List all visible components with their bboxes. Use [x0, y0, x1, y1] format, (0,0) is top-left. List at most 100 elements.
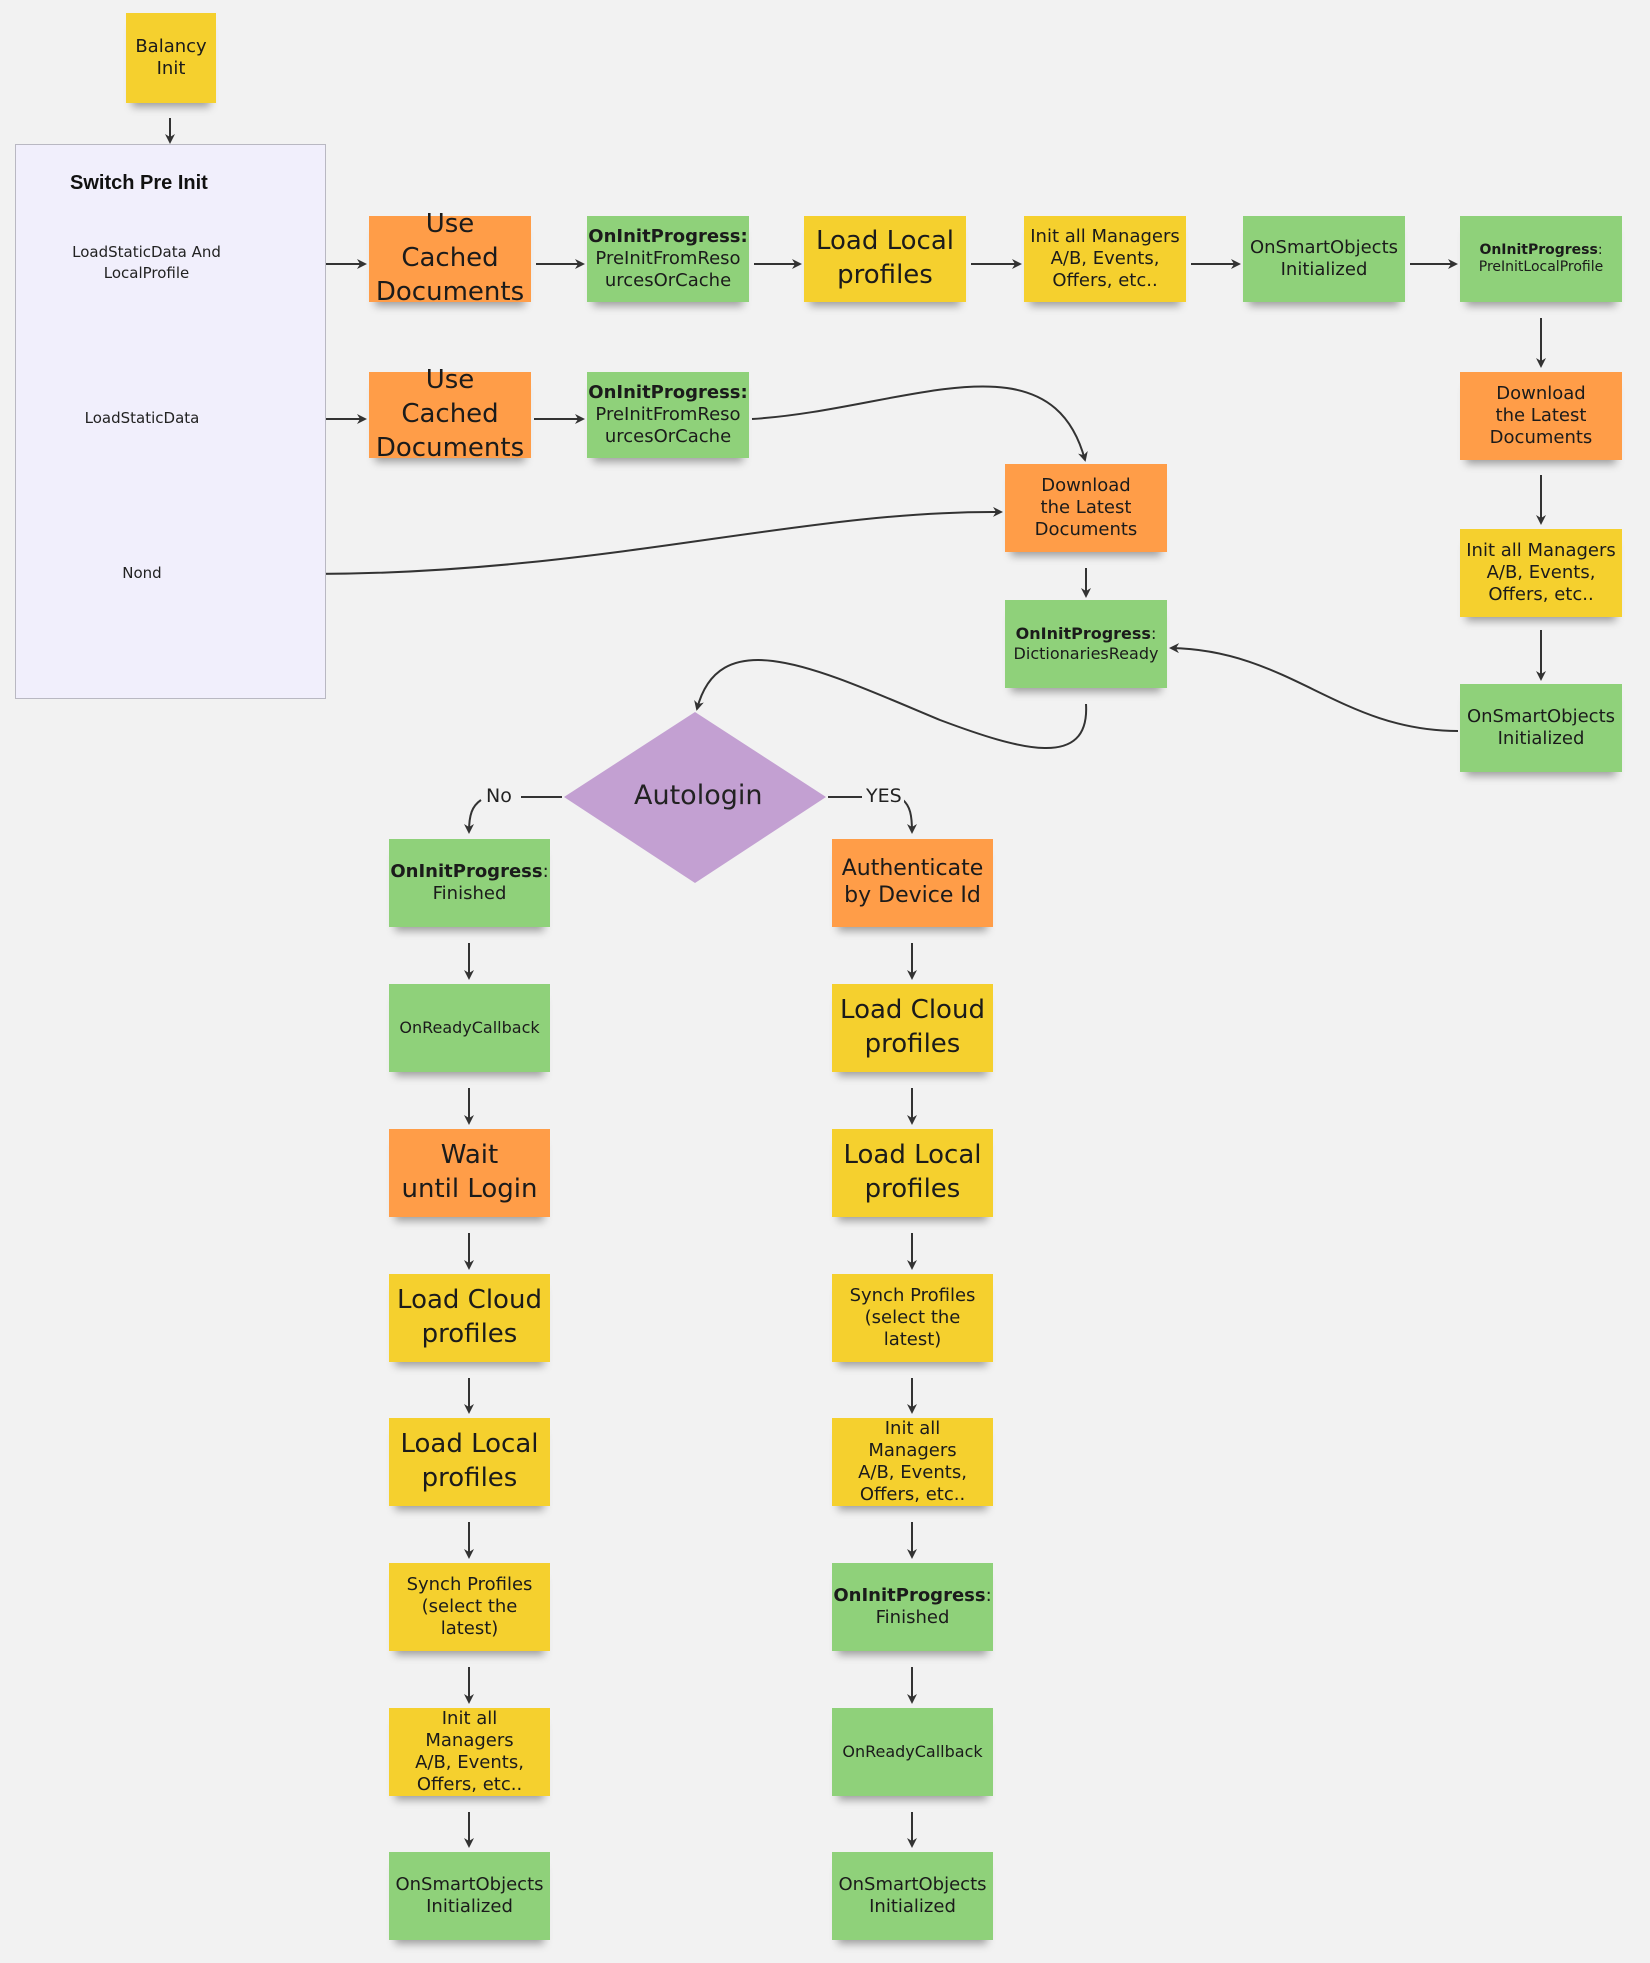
- text-line: Init all Managers: [1466, 540, 1616, 562]
- yes-branch-node-6-text: OnInitProgress: Finished: [833, 1585, 991, 1629]
- text-line: Balancy: [135, 36, 207, 58]
- text-line: profiles: [864, 1174, 961, 1204]
- switch-option-label-1: LoadStaticData And LocalProfile: [37, 242, 256, 284]
- row1-node-5: OnSmartObjects Initialized: [1243, 216, 1405, 302]
- row2-node-1-text: Use Cached Documents: [375, 364, 525, 465]
- text-line: PreInitFromReso: [595, 404, 741, 426]
- text-line: urcesOrCache: [604, 425, 732, 447]
- text-line: Initialized: [426, 1896, 513, 1917]
- text-line: A/B, Events,: [858, 1462, 967, 1483]
- right-column-node-2: Init all Managers A/B, Events, Offers, etc…: [1460, 529, 1622, 617]
- yes-branch-node-5-text: Init all Managers A/B, Events, Offers, etc…: [838, 1418, 987, 1506]
- balancy-init-node-text: Balancy Init: [135, 36, 206, 80]
- row1-node-3: Load Local profiles: [804, 216, 966, 302]
- text-line: Offers, etc..: [416, 1773, 523, 1795]
- no-branch-node-5: Load Local profiles: [389, 1418, 550, 1506]
- row1-node-2-text: OnInitProgress: PreInitFromReso urcesOrCac…: [588, 226, 747, 292]
- text-line: profiles: [421, 1463, 518, 1493]
- no-branch-node-4: Load Cloud profiles: [389, 1274, 550, 1362]
- row1-node-3-text: Load Local profiles: [816, 225, 954, 293]
- no-branch-node-2: OnReadyCallback: [389, 984, 550, 1072]
- text-line: Documents: [1034, 518, 1138, 540]
- text-line: Documents: [375, 276, 525, 307]
- text-line: Finished: [432, 883, 507, 904]
- text-line: Documents: [1489, 426, 1593, 448]
- right-column-node-1: Download the Latest Documents: [1460, 372, 1622, 460]
- bold-prefix: OnInitProgress:: [1015, 624, 1157, 644]
- no-branch-node-1: OnInitProgress: Finished: [389, 839, 550, 927]
- text-line: Synch Profiles: [849, 1285, 976, 1307]
- arrow-yes-to-authenticate: [902, 799, 917, 834]
- text-line: Initialized: [869, 1896, 956, 1917]
- text-line: Nond: [122, 564, 162, 582]
- text-line: (select the latest): [421, 1596, 518, 1639]
- bold-prefix: OnInitProgress:: [1479, 241, 1603, 258]
- text-line: (select the latest): [864, 1307, 961, 1350]
- switch-option-label-2: LoadStaticData: [32, 408, 252, 429]
- center-dictionaries-node-text: OnInitProgress: DictionariesReady: [1014, 624, 1159, 663]
- no-branch-node-8-text: OnSmartObjects Initialized: [395, 1874, 543, 1918]
- text-line: Load Cloud: [840, 995, 985, 1026]
- switch-option-label-3: Nond: [32, 563, 252, 584]
- text-line: the Latest: [1495, 405, 1587, 427]
- yes-branch-node-7: OnReadyCallback: [832, 1708, 993, 1796]
- text-line: Synch Profiles: [406, 1574, 533, 1596]
- row2-node-2-text: OnInitProgress: PreInitFromReso urcesOrCac…: [588, 382, 747, 448]
- yes-branch-node-5: Init all Managers A/B, Events, Offers, etc…: [832, 1418, 993, 1506]
- text-line: profiles: [837, 260, 933, 290]
- no-branch-label: No: [484, 785, 514, 807]
- yes-branch-node-1-text: Authenticate by Device Id: [842, 856, 984, 910]
- text-line: LoadStaticData: [84, 409, 200, 427]
- no-branch-node-2-text: OnReadyCallback: [399, 1018, 539, 1038]
- text-line: Wait: [440, 1140, 499, 1171]
- yes-branch-node-8-text: OnSmartObjects Initialized: [838, 1874, 986, 1918]
- yes-branch-node-3-text: Load Local profiles: [843, 1139, 981, 1207]
- text-line: Download: [1041, 475, 1131, 497]
- text-line: Init all Managers: [868, 1418, 957, 1462]
- text-line: Load Local: [400, 1429, 539, 1460]
- text-line: OnSmartObjects: [395, 1874, 544, 1896]
- text-line: Init all Managers: [1030, 226, 1180, 248]
- text-line: Initialized: [1280, 259, 1368, 280]
- text-line: Initialized: [1497, 728, 1585, 749]
- text-line: LocalProfile: [103, 264, 190, 282]
- text-line: the Latest: [1040, 497, 1132, 519]
- yes-branch-node-2: Load Cloud profiles: [832, 984, 993, 1072]
- text-line: A/B, Events,: [415, 1752, 524, 1773]
- text-line: Use Cached: [401, 209, 499, 274]
- text-line: urcesOrCache: [604, 269, 732, 291]
- text-line: A/B, Events,: [1486, 562, 1596, 584]
- center-download-node: Download the Latest Documents: [1005, 464, 1167, 552]
- yes-branch-node-4-text: Synch Profiles (select the latest): [838, 1285, 987, 1351]
- balancy-init-node: Balancy Init: [126, 13, 216, 103]
- no-branch-node-7-text: Init all Managers A/B, Events, Offers, etc…: [395, 1708, 544, 1796]
- arrow-nond-to-download: [309, 506, 1003, 575]
- text-line: profiles: [864, 1029, 961, 1059]
- text-line: OnSmartObjects: [1249, 237, 1399, 259]
- text-line: OnReadyCallback: [399, 1018, 540, 1038]
- text-line: OnSmartObjects: [1466, 706, 1616, 728]
- bold-prefix: OnInitProgress:: [390, 861, 549, 883]
- text-line: Offers, etc..: [859, 1483, 966, 1505]
- no-branch-node-3: Wait until Login: [389, 1129, 550, 1217]
- text-line: Init all Managers: [425, 1708, 514, 1752]
- right-column-node-2-text: Init all Managers A/B, Events, Offers, etc…: [1466, 540, 1616, 606]
- yes-branch-label: YES: [864, 785, 904, 807]
- arrow-smartobjects-to-dictionaries: [1169, 643, 1459, 732]
- no-branch-node-7: Init all Managers A/B, Events, Offers, etc…: [389, 1708, 550, 1796]
- bold-prefix: OnInitProgress:: [588, 226, 748, 248]
- no-branch-node-6-text: Synch Profiles (select the latest): [395, 1574, 544, 1640]
- no-branch-node-6: Synch Profiles (select the latest): [389, 1563, 550, 1651]
- text-line: Offers, etc..: [1488, 583, 1594, 605]
- text-line: DictionariesReady: [1013, 644, 1159, 663]
- text-line: Finished: [875, 1607, 950, 1628]
- row1-node-6-text: OnInitProgress: PreInitLocalProfile: [1479, 242, 1603, 276]
- yes-branch-node-8: OnSmartObjects Initialized: [832, 1852, 993, 1940]
- switch-pre-init-title: Switch Pre Init: [70, 172, 208, 194]
- row1-node-1: Use Cached Documents: [369, 209, 531, 307]
- text-line: Documents: [375, 432, 525, 463]
- no-branch-node-8: OnSmartObjects Initialized: [389, 1852, 550, 1940]
- row1-node-6: OnInitProgress: PreInitLocalProfile: [1460, 216, 1622, 302]
- yes-branch-node-7-text: OnReadyCallback: [842, 1742, 982, 1762]
- text-line: LoadStaticData And: [72, 243, 221, 261]
